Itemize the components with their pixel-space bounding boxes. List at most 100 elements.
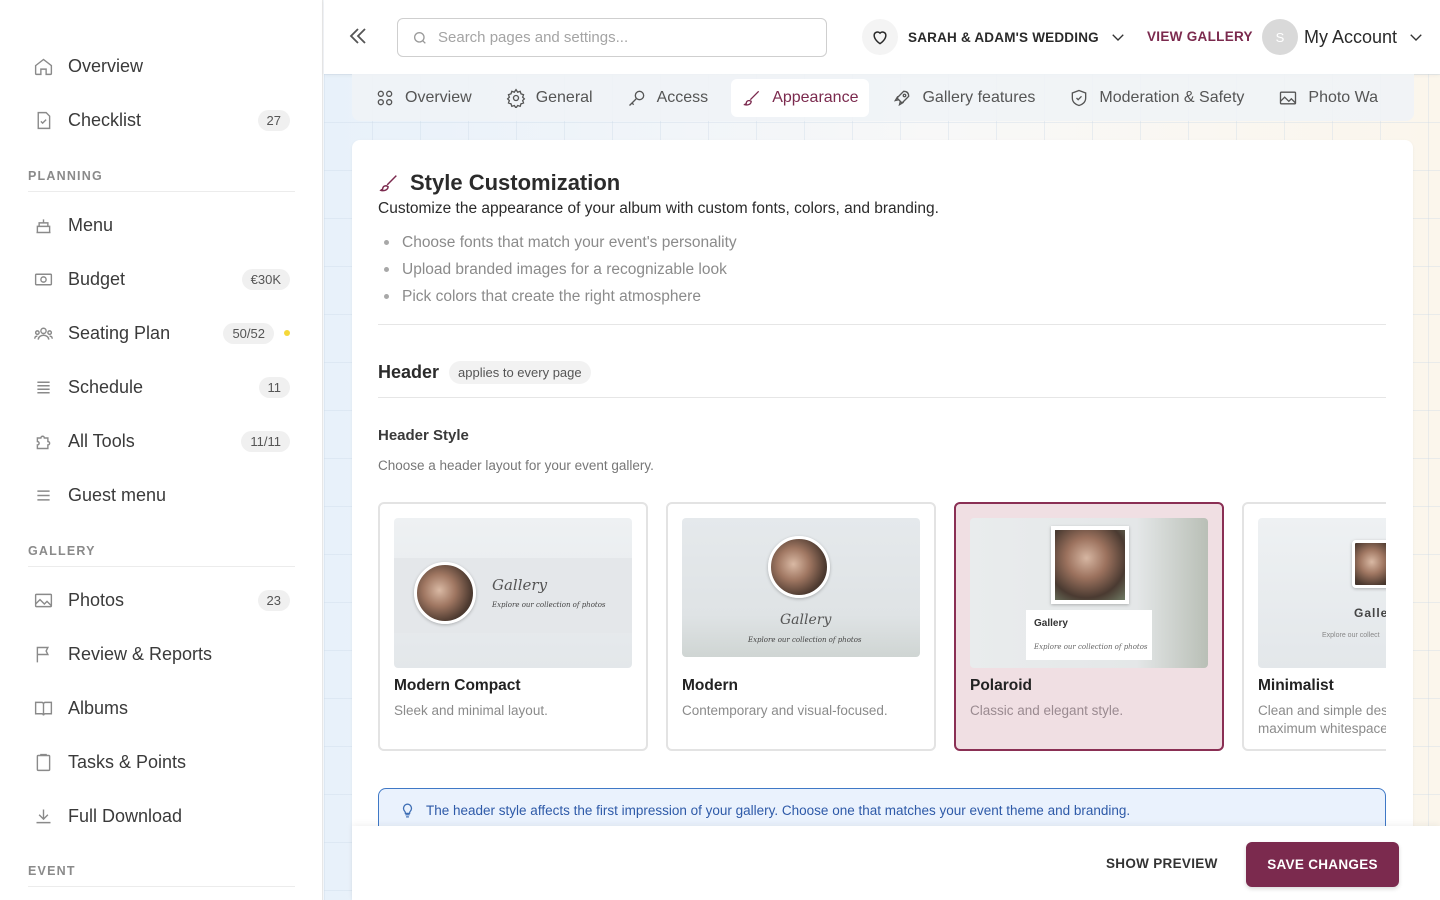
sidebar-item-label: Review & Reports <box>68 643 213 664</box>
sidebar-item-label: Full Download <box>68 805 183 826</box>
collapse-sidebar-icon[interactable] <box>346 24 370 48</box>
preview-thumbnail: Gallery Explore our collection of photos <box>682 518 920 657</box>
tab-overview[interactable]: Overview <box>364 79 483 117</box>
thumb-subtitle: Explore our collect <box>1322 632 1380 639</box>
list-icon <box>32 376 54 398</box>
tab-label: General <box>535 88 593 106</box>
sidebar-item-label: Guest menu <box>68 484 167 505</box>
sidebar-item-label: Overview <box>68 55 144 76</box>
sidebar-item-overview[interactable]: Overview <box>28 46 290 86</box>
clipboard-icon <box>32 751 54 773</box>
seating-badge: 50/52 <box>223 322 274 344</box>
tab-label: Overview <box>405 88 472 106</box>
option-modern[interactable]: Gallery Explore our collection of photos… <box>666 502 936 751</box>
preview-thumbnail: Galle Explore our collect <box>1258 518 1386 668</box>
option-name: Minimalist <box>1258 677 1334 694</box>
option-modern-compact[interactable]: Gallery Explore our collection of photos… <box>378 502 648 751</box>
couple-photo <box>1352 540 1386 588</box>
sidebar-item-label: Checklist <box>68 109 142 130</box>
home-icon <box>32 55 54 77</box>
appearance-panel: Style Customization Customize the appear… <box>352 140 1413 900</box>
count-badge: 23 <box>257 589 290 611</box>
sidebar-item-guest-menu[interactable]: Guest menu <box>28 475 290 515</box>
sidebar-item-menu[interactable]: Menu <box>28 205 290 245</box>
flag-icon <box>32 643 54 665</box>
book-icon <box>32 697 54 719</box>
sidebar-item-photos[interactable]: Photos 23 <box>28 580 290 620</box>
puzzle-icon <box>32 430 54 452</box>
people-icon <box>32 322 54 344</box>
settings-tabs: Overview General Access Appearance Galle… <box>352 74 1414 121</box>
sidebar-item-checklist[interactable]: Checklist 27 <box>28 100 290 140</box>
sidebar-item-schedule[interactable]: Schedule 11 <box>28 367 290 407</box>
couple-photo <box>1051 526 1129 604</box>
sidebar-item-review-reports[interactable]: Review & Reports <box>28 634 290 674</box>
sidebar-item-label: Seating Plan <box>68 322 171 343</box>
status-dot <box>284 330 290 336</box>
sidebar-item-budget[interactable]: Budget €30K <box>28 259 290 299</box>
count-badge: 11 <box>258 376 290 398</box>
preview-thumbnail: Gallery Explore our collection of photos <box>970 518 1208 668</box>
info-text: The header style affects the first impre… <box>426 803 1131 818</box>
list-item: Pick colors that create the right atmosp… <box>378 283 737 310</box>
tab-label: Moderation & Safety <box>1099 88 1245 106</box>
search-box[interactable] <box>397 18 827 57</box>
style-customization-title: Style Customization <box>410 170 621 195</box>
action-footer: SHOW PREVIEW SAVE CHANGES <box>352 826 1440 900</box>
option-minimalist[interactable]: Galle Explore our collect Minimalist Cle… <box>1242 502 1386 751</box>
rocket-icon <box>894 90 910 106</box>
option-name: Polaroid <box>970 677 1033 694</box>
grid-icon <box>377 90 393 105</box>
save-changes-button[interactable]: SAVE CHANGES <box>1246 842 1399 887</box>
shield-icon <box>1072 89 1087 106</box>
couple-photo <box>768 536 830 598</box>
avatar: S <box>1262 19 1298 55</box>
tab-general[interactable]: General <box>495 79 604 117</box>
tab-photo-wall[interactable]: Photo Wa <box>1267 79 1389 117</box>
section-title: Style Customization <box>378 170 620 196</box>
tab-access[interactable]: Access <box>616 79 720 117</box>
count-badge: 11/11 <box>241 430 290 452</box>
option-name: Modern <box>682 677 738 694</box>
thumb-title: Gallery <box>1034 618 1068 629</box>
style-customization-desc: Customize the appearance of your album w… <box>378 200 939 217</box>
sidebar-item-tasks-points[interactable]: Tasks & Points <box>28 742 290 782</box>
account-menu[interactable]: S My Account <box>1262 18 1425 56</box>
event-name: SARAH & ADAM'S WEDDING <box>908 29 1099 45</box>
tab-label: Photo Wa <box>1308 88 1379 106</box>
option-desc: Clean and simple des maximum whitespace <box>1258 703 1386 736</box>
tab-gallery-features[interactable]: Gallery features <box>881 79 1046 117</box>
budget-badge: €30K <box>241 268 290 290</box>
sidebar-item-label: Menu <box>68 214 114 235</box>
cake-icon <box>32 214 54 236</box>
view-gallery-link[interactable]: VIEW GALLERY <box>1147 29 1253 44</box>
option-name: Modern Compact <box>394 677 521 694</box>
tab-label: Access <box>656 88 709 106</box>
thumb-subtitle: Explore our collection of photos <box>748 636 862 644</box>
section-event: EVENT <box>28 864 295 887</box>
show-preview-button[interactable]: SHOW PREVIEW <box>1106 856 1218 871</box>
option-desc: Sleek and minimal layout. <box>394 703 548 718</box>
sidebar-item-seating-plan[interactable]: Seating Plan 50/52 <box>28 313 290 353</box>
checklist-icon <box>32 109 54 131</box>
tab-moderation-safety[interactable]: Moderation & Safety <box>1058 79 1255 117</box>
header-section-heading: Header applies to every page <box>378 361 591 384</box>
sidebar-item-label: Schedule <box>68 376 144 397</box>
header-title: Header <box>378 362 440 382</box>
heart-icon <box>862 19 898 55</box>
sidebar-item-all-tools[interactable]: All Tools 11/11 <box>28 421 290 461</box>
sidebar-item-full-download[interactable]: Full Download <box>28 796 290 836</box>
tab-appearance[interactable]: Appearance <box>731 78 870 117</box>
search-icon <box>414 31 426 44</box>
account-label: My Account <box>1304 26 1398 47</box>
sidebar: Overview Checklist 27 PLANNING Menu Budg… <box>0 0 323 900</box>
divider <box>378 397 1386 398</box>
list-item: Upload branded images for a recognizable… <box>378 256 737 283</box>
sidebar-item-albums[interactable]: Albums <box>28 688 290 728</box>
download-icon <box>32 805 54 827</box>
event-selector[interactable]: SARAH & ADAM'S WEDDING <box>862 18 1127 56</box>
option-desc: Classic and elegant style. <box>970 703 1124 718</box>
option-polaroid[interactable]: Gallery Explore our collection of photos… <box>954 502 1224 751</box>
search-input[interactable] <box>438 29 798 46</box>
tab-label: Gallery features <box>922 88 1036 106</box>
